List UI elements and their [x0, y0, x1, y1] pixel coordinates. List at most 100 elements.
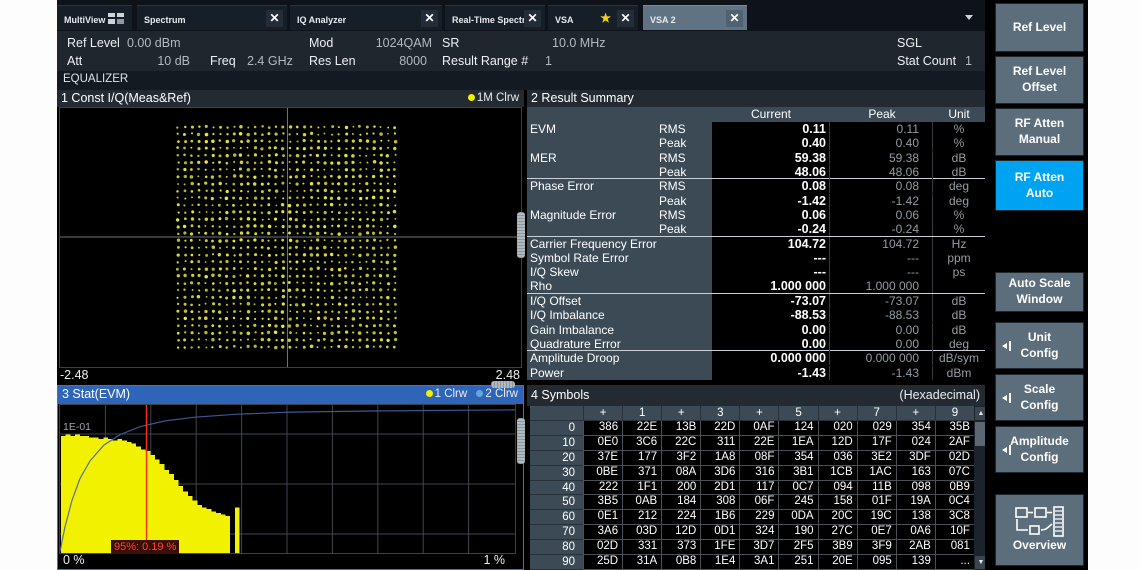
result-name: MER	[527, 151, 659, 165]
softkey-rf-atten-auto[interactable]: RF AttenAuto	[995, 160, 1084, 211]
result-row: Peak-1.42-1.42deg	[527, 194, 985, 208]
result-row: Quadrature Error0.000.00deg	[527, 337, 985, 351]
tab-real-time-spectrum[interactable]: Real-Time Spectrum✕	[445, 5, 545, 30]
symbols-row: 038622E13B22D0AF12402002935435B	[530, 421, 974, 436]
freq-value[interactable]: 2.4 GHz	[247, 54, 293, 68]
close-icon[interactable]: ✕	[266, 10, 283, 27]
result-row: Peak-0.24-0.24%	[527, 222, 985, 236]
softkey-ref-level[interactable]: Ref Level	[995, 3, 1084, 52]
softkey-overview[interactable]: Overview	[995, 494, 1084, 566]
close-icon[interactable]: ✕	[421, 10, 438, 27]
channel-info-bar: Ref Level 0.00 dBm Mod 1024QAM SR 10.0 M…	[57, 31, 985, 71]
result-sub-label	[659, 337, 712, 350]
symbol-cell: 2D1	[700, 481, 739, 496]
symbol-cell: 22D	[700, 421, 739, 436]
symbol-cell: 2F5	[778, 540, 817, 555]
result-row: Symbol Rate Error------ppm	[527, 251, 985, 265]
softkey-amplitude-config[interactable]: AmplitudeConfig	[995, 426, 1084, 473]
symbol-cell: 3DF	[896, 451, 935, 466]
symbol-cell: 3E2	[857, 451, 896, 466]
x-axis-min: 0 %	[63, 553, 85, 567]
tab-label: MultiView	[64, 15, 105, 25]
result-peak-value: -1.42	[830, 194, 933, 208]
symbol-cell: 03D	[622, 525, 661, 540]
window-symbols-header[interactable]: 4 Symbols (Hexadecimal)	[527, 385, 985, 406]
vertical-splitter-grip[interactable]	[517, 212, 525, 258]
symbol-cell: 17F	[857, 436, 896, 451]
softkey-auto-scale-window[interactable]: Auto ScaleWindow	[995, 272, 1084, 312]
softkey-rf-atten-manual[interactable]: RF AttenManual	[995, 108, 1084, 156]
softkey-scale-config[interactable]: ScaleConfig	[995, 374, 1084, 421]
trace1-label: 1M Clrw	[477, 92, 519, 104]
symbol-cell: 0B8	[661, 555, 700, 570]
symbol-cell: 1F1	[622, 481, 661, 496]
close-icon[interactable]: ✕	[617, 10, 634, 27]
result-name	[527, 136, 659, 150]
symbols-row-index: 90	[530, 555, 583, 570]
window-result-summary-header[interactable]: 2 Result Summary	[527, 90, 985, 107]
softkey-ref-level-offset[interactable]: Ref LevelOffset	[995, 56, 1084, 104]
result-current-value: 0.06	[712, 208, 830, 222]
symbol-cell: 08F	[739, 451, 778, 466]
tab-vsa-2[interactable]: VSA 2✕	[643, 5, 747, 30]
result-row: Power-1.43-1.43dBm	[527, 366, 985, 380]
symbol-cell: 036	[818, 451, 857, 466]
softkey-sidebar: Ref LevelRef LevelOffsetRF AttenManualRF…	[985, 0, 1088, 570]
tab-overflow-chevron-down-icon[interactable]	[965, 15, 973, 20]
y-axis-decade-label: 1E-01	[63, 421, 91, 433]
vertical-splitter-grip[interactable]	[517, 418, 525, 464]
symbol-cell: 3F9	[857, 540, 896, 555]
horizontal-splitter-grip[interactable]	[491, 381, 515, 388]
symbols-row-index: 30	[530, 466, 583, 481]
tab-vsa[interactable]: VSA★✕	[548, 5, 638, 30]
favorite-star-icon: ★	[600, 11, 611, 25]
symbols-row-index: 70	[530, 525, 583, 540]
tab-spectrum[interactable]: Spectrum✕	[137, 5, 287, 30]
close-icon[interactable]: ✕	[524, 10, 541, 27]
result-row: I/Q Imbalance-88.53-88.53dB	[527, 308, 985, 322]
symbols-row: 2037E1773F21A808F3540363E23DF02D	[530, 451, 974, 466]
mod-value[interactable]: 1024QAM	[337, 36, 432, 50]
symbol-cell: 190	[778, 525, 817, 540]
symbols-row: 503B50AB18430806F24515801F19A0C4	[530, 495, 974, 510]
overview-flow-icon	[996, 506, 1083, 538]
result-unit: dB	[933, 294, 985, 308]
sr-value[interactable]: 10.0 MHz	[552, 36, 606, 50]
window-const-iq-header[interactable]: 1 Const I/Q(Meas&Ref) 1M Clrw	[57, 90, 524, 107]
window-stat-evm-header[interactable]: 3 Stat(EVM) 1 Clrw 2 Clrw	[58, 386, 523, 404]
symbol-cell: 138	[896, 510, 935, 525]
channel-tab-bar: MultiView Spectrum✕IQ Analyzer✕Real-Time …	[57, 0, 985, 31]
symbol-cell: 2AB	[896, 540, 935, 555]
result-range-value[interactable]: 1	[545, 54, 552, 68]
softkey-label: RF Atten	[996, 170, 1083, 186]
symbol-cell: 3B1	[778, 466, 817, 481]
symbols-col-header: 1	[622, 406, 661, 421]
close-icon[interactable]: ✕	[726, 10, 743, 27]
result-row: MERRMS59.3859.38dB	[527, 151, 985, 165]
result-row: Carrier Frequency Error104.72104.72Hz	[527, 237, 985, 251]
symbols-row: 9025D31A0B81E43A125120E095139...	[530, 555, 974, 570]
result-row: Peak48.0648.06dB	[527, 165, 985, 179]
symbols-row-index: 50	[530, 495, 583, 510]
symbol-cell: 0C4	[935, 495, 974, 510]
window-title: 2 Result Summary	[531, 91, 634, 105]
symbol-cell: 386	[583, 421, 622, 436]
tab-multiview[interactable]: MultiView	[57, 5, 132, 30]
tab-iq-analyzer[interactable]: IQ Analyzer✕	[290, 5, 442, 30]
result-name	[527, 222, 659, 235]
softkey-unit-config[interactable]: UnitConfig	[995, 322, 1084, 369]
symbol-cell: 22C	[661, 436, 700, 451]
symbol-cell: 1AC	[857, 466, 896, 481]
result-current-value: 104.72	[712, 237, 830, 251]
ref-level-value[interactable]: 0.00 dBm	[127, 36, 181, 50]
result-current-value: 59.38	[712, 151, 830, 165]
res-len-value[interactable]: 8000	[337, 54, 427, 68]
result-current-value: 0.08	[712, 179, 830, 193]
symbol-cell: 1B6	[700, 510, 739, 525]
att-value[interactable]: 10 dB	[117, 54, 190, 68]
ref-level-label: Ref Level	[67, 36, 120, 50]
constellation-plot	[59, 107, 522, 368]
symbol-cell: ...	[935, 555, 974, 570]
symbol-cell: 3B5	[583, 495, 622, 510]
symbol-cell: 07C	[935, 466, 974, 481]
